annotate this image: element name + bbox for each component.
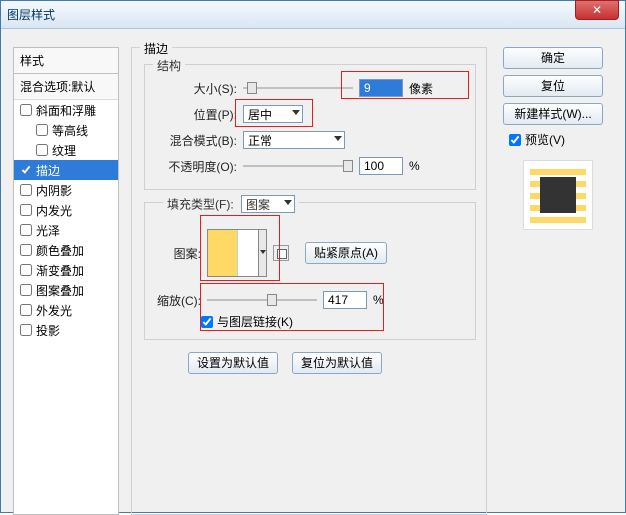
scale-slider[interactable] (207, 292, 317, 308)
chevron-down-icon (292, 110, 300, 115)
ok-button[interactable]: 确定 (503, 47, 603, 69)
preview-label: 预览(V) (525, 131, 565, 148)
style-item-1[interactable]: 等高线 (14, 120, 118, 140)
position-label: 位置(P): (145, 106, 237, 123)
fill-type-combo[interactable]: 图案 (241, 195, 295, 213)
blend-options-row[interactable]: 混合选项:默认 (14, 74, 118, 100)
style-item-2[interactable]: 纹理 (14, 140, 118, 160)
new-pattern-icon[interactable] (273, 245, 289, 261)
scale-label: 缩放(C): (145, 292, 201, 309)
style-item-checkbox[interactable] (36, 124, 48, 136)
blend-mode-combo[interactable]: 正常 (243, 131, 345, 149)
structure-legend: 结构 (153, 57, 185, 74)
style-item-label: 内阴影 (36, 182, 72, 199)
position-combo[interactable]: 居中 (243, 105, 303, 123)
opacity-unit: % (409, 159, 420, 173)
styles-header[interactable]: 样式 (14, 48, 118, 74)
style-item-label: 颜色叠加 (36, 242, 84, 259)
chevron-down-icon (334, 136, 342, 141)
scale-unit: % (373, 293, 384, 307)
style-item-checkbox[interactable] (20, 104, 32, 116)
style-item-checkbox[interactable] (20, 284, 32, 296)
link-layer-checkbox[interactable] (201, 316, 213, 328)
opacity-label: 不透明度(O): (145, 158, 237, 175)
chevron-down-icon (258, 230, 266, 276)
style-item-checkbox[interactable] (20, 264, 32, 276)
style-item-checkbox[interactable] (20, 244, 32, 256)
style-item-8[interactable]: 渐变叠加 (14, 260, 118, 280)
style-item-checkbox[interactable] (20, 164, 32, 176)
style-item-0[interactable]: 斜面和浮雕 (14, 100, 118, 120)
preview-toggle[interactable]: 预览(V) (503, 131, 613, 148)
make-default-button[interactable]: 设置为默认值 (188, 352, 278, 374)
size-unit: 像素 (409, 80, 433, 97)
style-item-3[interactable]: 描边 (14, 160, 118, 180)
styles-list: 样式 混合选项:默认 斜面和浮雕等高线纹理描边内阴影内发光光泽颜色叠加渐变叠加图… (13, 47, 119, 515)
style-item-10[interactable]: 外发光 (14, 300, 118, 320)
dialog-body: 样式 混合选项:默认 斜面和浮雕等高线纹理描边内阴影内发光光泽颜色叠加渐变叠加图… (1, 29, 625, 512)
link-layer-label: 与图层链接(K) (217, 313, 293, 330)
style-item-9[interactable]: 图案叠加 (14, 280, 118, 300)
layer-style-dialog: 图层样式 ✕ 样式 混合选项:默认 斜面和浮雕等高线纹理描边内阴影内发光光泽颜色… (0, 0, 626, 513)
preview-swatch (523, 160, 593, 230)
style-item-label: 内发光 (36, 202, 72, 219)
style-item-checkbox[interactable] (20, 204, 32, 216)
style-item-label: 光泽 (36, 222, 60, 239)
style-item-5[interactable]: 内发光 (14, 200, 118, 220)
new-style-button[interactable]: 新建样式(W)... (503, 103, 603, 125)
style-item-checkbox[interactable] (36, 144, 48, 156)
snap-origin-button[interactable]: 贴紧原点(A) (305, 242, 387, 264)
titlebar[interactable]: 图层样式 ✕ (1, 1, 625, 29)
preview-checkbox[interactable] (509, 134, 521, 146)
right-panel: 确定 复位 新建样式(W)... 预览(V) (503, 47, 613, 230)
style-item-label: 外发光 (36, 302, 72, 319)
style-item-4[interactable]: 内阴影 (14, 180, 118, 200)
style-item-label: 投影 (36, 322, 60, 339)
style-item-11[interactable]: 投影 (14, 320, 118, 340)
size-label: 大小(S): (145, 80, 237, 97)
style-item-checkbox[interactable] (20, 224, 32, 236)
window-title: 图层样式 (7, 6, 55, 23)
reset-default-button[interactable]: 复位为默认值 (292, 352, 382, 374)
style-item-label: 纹理 (52, 142, 76, 159)
size-slider[interactable] (243, 80, 353, 96)
scale-input[interactable]: 417 (323, 291, 367, 309)
style-item-label: 描边 (36, 162, 60, 179)
chevron-down-icon (284, 200, 292, 205)
style-item-6[interactable]: 光泽 (14, 220, 118, 240)
pattern-picker[interactable] (207, 229, 267, 277)
style-item-checkbox[interactable] (20, 184, 32, 196)
blend-mode-label: 混合模式(B): (145, 132, 237, 149)
style-item-checkbox[interactable] (20, 304, 32, 316)
style-item-7[interactable]: 颜色叠加 (14, 240, 118, 260)
style-item-label: 图案叠加 (36, 282, 84, 299)
fill-legend: 填充类型(F): 图案 (163, 195, 299, 213)
pattern-label: 图案: (145, 245, 201, 262)
close-button[interactable]: ✕ (575, 0, 619, 20)
cancel-button[interactable]: 复位 (503, 75, 603, 97)
opacity-input[interactable]: 100 (359, 157, 403, 175)
style-item-label: 斜面和浮雕 (36, 102, 96, 119)
size-input[interactable]: 9 (359, 79, 403, 97)
opacity-slider[interactable] (243, 158, 353, 174)
style-item-checkbox[interactable] (20, 324, 32, 336)
center-panel: 描边 结构 大小(S): 9 像素 位置(P): 居中 (131, 47, 487, 515)
style-item-label: 渐变叠加 (36, 262, 84, 279)
stroke-title: 描边 (140, 40, 172, 57)
style-item-label: 等高线 (52, 122, 88, 139)
